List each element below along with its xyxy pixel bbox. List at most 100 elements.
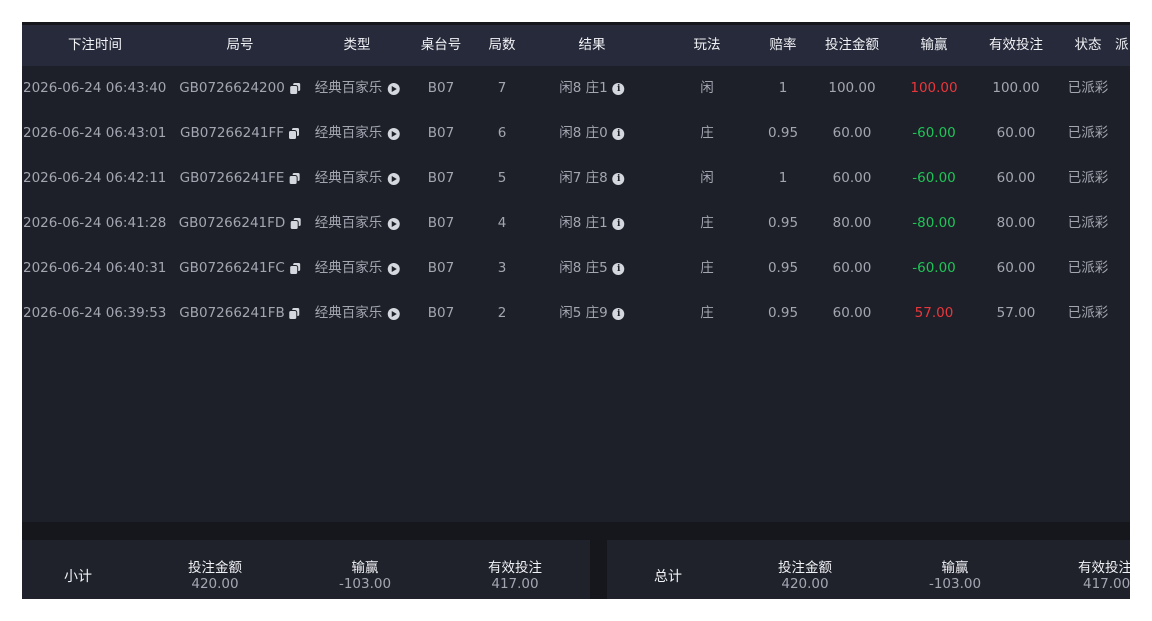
info-icon[interactable]: i <box>612 82 625 95</box>
play-icon[interactable] <box>387 127 400 140</box>
cell-play: 闲 <box>700 156 714 201</box>
cell-result-text: 闲8 庄1 <box>559 215 608 231</box>
table-row: 2026-06-24 06:39:53 GB07266241FB 经典百家乐 B07 2… <box>22 291 1130 336</box>
cell-bet: 60.00 <box>833 291 872 336</box>
cell-type[interactable]: 经典百家乐 <box>315 66 400 111</box>
cell-bet-text: 60.00 <box>832 260 872 276</box>
cell-type-text: 经典百家乐 <box>314 260 383 276</box>
play-icon[interactable] <box>387 172 400 185</box>
cell-table: B07 <box>428 66 454 111</box>
cell-round-id[interactable]: GB07266241FD <box>179 201 302 246</box>
cell-type-text: 经典百家乐 <box>314 305 383 321</box>
cell-valid-bet-text: 60.00 <box>996 170 1036 186</box>
cell-bet-text: 100.00 <box>828 80 876 96</box>
copy-icon[interactable] <box>289 263 301 274</box>
cell-bet: 60.00 <box>833 111 872 156</box>
subtotal-panel: 小计 投注金额 420.00 输赢 -103.00 有效投注 417.00 <box>22 540 590 599</box>
cell-type[interactable]: 经典百家乐 <box>315 111 400 156</box>
cell-table-text: B07 <box>427 80 455 96</box>
cell-result[interactable]: 闲8 庄5 i <box>559 246 625 291</box>
cell-round-id[interactable]: GB07266241FE <box>180 156 301 201</box>
cell-status: 已派彩 <box>1068 156 1109 201</box>
cell-round-text: 2 <box>497 305 507 321</box>
cell-status: 已派彩 <box>1068 66 1109 111</box>
cell-round-id-text: GB07266241FE <box>179 170 285 186</box>
cell-round-id[interactable]: GB07266241FF <box>180 111 300 156</box>
cell-status: 已派彩 <box>1068 201 1109 246</box>
copy-icon[interactable] <box>290 218 301 229</box>
cell-play-text: 闲 <box>700 170 714 186</box>
cell-odds-text: 0.95 <box>767 305 799 321</box>
cell-table-text: B07 <box>427 305 455 321</box>
info-icon[interactable]: i <box>612 307 625 320</box>
info-icon[interactable]: i <box>612 127 625 140</box>
cell-valid-bet: 60.00 <box>997 111 1036 156</box>
cell-play-text: 庄 <box>700 215 714 231</box>
total-panel: 总计 投注金额 420.00 输赢 -103.00 有效投注 417.00 <box>607 540 1130 599</box>
cell-time-text: 2026-06-24 06:40:31 <box>23 260 167 276</box>
cell-result[interactable]: 闲7 庄8 i <box>559 156 625 201</box>
summary-gap <box>590 540 607 599</box>
info-icon[interactable]: i <box>612 217 625 230</box>
cell-type[interactable]: 经典百家乐 <box>315 156 400 201</box>
cell-type-text: 经典百家乐 <box>314 170 383 186</box>
cell-table: B07 <box>428 246 454 291</box>
cell-valid-bet: 60.00 <box>997 246 1036 291</box>
cell-odds: 1 <box>779 156 788 201</box>
cell-result[interactable]: 闲8 庄1 i <box>559 201 625 246</box>
subtotal-bet-value: 420.00 <box>191 576 239 592</box>
cell-round-id[interactable]: GB0726624200 <box>179 66 301 111</box>
cell-table: B07 <box>428 201 454 246</box>
cell-result[interactable]: 闲8 庄1 i <box>559 66 625 111</box>
cell-round-id[interactable]: GB07266241FC <box>179 246 301 291</box>
play-icon[interactable] <box>387 307 400 320</box>
cell-round: 5 <box>498 156 507 201</box>
copy-icon[interactable] <box>288 128 300 139</box>
copy-icon[interactable] <box>289 83 301 94</box>
cell-round-text: 5 <box>497 170 507 186</box>
col-header-play: 玩法 <box>693 37 721 53</box>
cell-type[interactable]: 经典百家乐 <box>315 246 400 291</box>
total-valid-label: 有效投注 <box>1078 560 1130 576</box>
cell-play-text: 庄 <box>700 305 714 321</box>
cell-time-text: 2026-06-24 06:43:01 <box>23 125 167 141</box>
cell-win-loss: -80.00 <box>912 201 956 246</box>
cell-type[interactable]: 经典百家乐 <box>315 291 400 336</box>
info-icon[interactable]: i <box>612 262 625 275</box>
cell-round-id[interactable]: GB07266241FB <box>179 291 300 336</box>
cell-result[interactable]: 闲8 庄0 i <box>559 111 625 156</box>
copy-icon[interactable] <box>289 308 301 319</box>
play-icon[interactable] <box>387 262 400 275</box>
cell-time: 2026-06-24 06:41:28 <box>23 201 166 246</box>
cell-odds-text: 0.95 <box>767 260 799 276</box>
play-icon[interactable] <box>387 82 400 95</box>
play-icon[interactable] <box>387 217 400 230</box>
cell-play: 庄 <box>700 201 714 246</box>
col-header-time: 下注时间 <box>68 37 122 53</box>
cell-valid-bet: 100.00 <box>992 66 1039 111</box>
cell-time-text: 2026-06-24 06:43:40 <box>23 80 167 96</box>
cell-time: 2026-06-24 06:42:11 <box>23 156 166 201</box>
col-header-payout: 派 <box>1115 37 1129 53</box>
cell-type-text: 经典百家乐 <box>314 125 383 141</box>
cell-time-text: 2026-06-24 06:39:53 <box>23 305 167 321</box>
cell-result[interactable]: 闲5 庄9 i <box>559 291 625 336</box>
col-header-result: 结果 <box>578 37 606 53</box>
cell-result-text: 闲7 庄8 <box>559 170 608 186</box>
subtotal-valid-value: 417.00 <box>491 576 539 592</box>
cell-valid-bet: 57.00 <box>997 291 1036 336</box>
cell-round-id-text: GB0726624200 <box>179 80 285 96</box>
cell-round: 7 <box>498 66 507 111</box>
copy-icon[interactable] <box>289 173 300 184</box>
cell-status: 已派彩 <box>1068 291 1109 336</box>
cell-win-loss-text: 100.00 <box>910 80 958 96</box>
cell-round-id-text: GB07266241FC <box>179 260 285 276</box>
cell-bet: 100.00 <box>828 66 875 111</box>
cell-win-loss-text: 57.00 <box>914 305 954 321</box>
cell-odds: 0.95 <box>768 111 798 156</box>
table-row: 2026-06-24 06:40:31 GB07266241FC 经典百家乐 B07 3… <box>22 246 1130 291</box>
info-icon[interactable]: i <box>612 172 625 185</box>
cell-odds-text: 1 <box>778 170 788 186</box>
cell-result-text: 闲8 庄0 <box>559 125 608 141</box>
cell-type[interactable]: 经典百家乐 <box>315 201 400 246</box>
